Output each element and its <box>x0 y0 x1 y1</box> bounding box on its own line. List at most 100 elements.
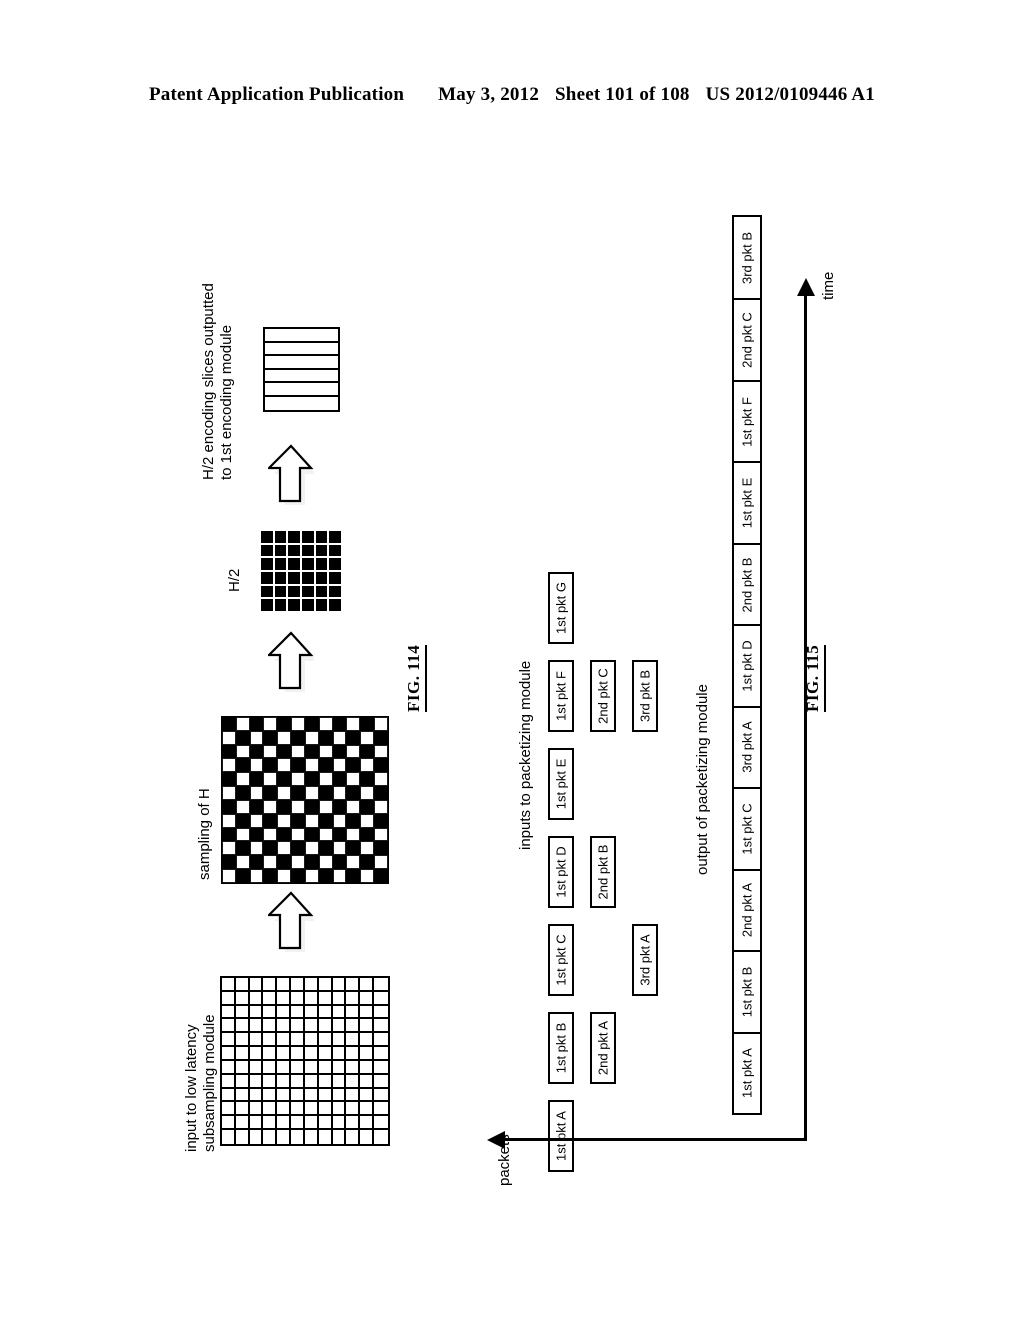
checker-cell <box>291 855 305 870</box>
checker-cell <box>332 855 347 870</box>
grid-cell <box>374 1074 388 1089</box>
checker-cell <box>235 855 250 870</box>
input-packet-box: 1st pkt C <box>548 924 574 996</box>
checker-cell <box>235 813 250 828</box>
grid-cell <box>318 1088 333 1103</box>
grid-cell <box>249 1116 264 1131</box>
output-packet-cell: 3rd pkt A <box>734 705 760 787</box>
encoding-slice <box>265 329 338 343</box>
up-block-arrow-1 <box>268 890 314 952</box>
checker-cell <box>332 869 347 883</box>
grid-cell <box>346 991 361 1006</box>
input-packet-box: 2nd pkt B <box>590 836 616 908</box>
checker-cell <box>291 717 305 731</box>
grid-cell <box>249 1019 264 1034</box>
checker-cell <box>263 717 278 731</box>
checker-cell <box>263 813 278 828</box>
h-half-block-grid <box>261 531 341 611</box>
encoding-slice <box>265 383 338 397</box>
output-packet-cell: 2nd pkt B <box>734 542 760 624</box>
grid-cell <box>332 1060 347 1075</box>
input-packet-label: 1st pkt C <box>553 934 569 986</box>
checker-cell <box>332 730 347 745</box>
h-half-label: H/2 <box>226 568 243 592</box>
grid-cell <box>374 1047 388 1061</box>
grid-cell <box>249 1074 264 1089</box>
grid-cell <box>263 1102 278 1117</box>
grid-cell <box>235 1102 250 1117</box>
grid-cell <box>360 1060 375 1075</box>
checker-cell <box>360 730 375 745</box>
grid-cell <box>291 1088 305 1103</box>
checker-cell <box>374 772 388 787</box>
checker-cell <box>304 841 319 856</box>
grid-cell <box>346 1060 361 1075</box>
half-block-cell <box>302 599 314 611</box>
grid-cell <box>332 1102 347 1117</box>
grid-cell <box>374 1019 388 1034</box>
grid-cell <box>249 1005 264 1020</box>
grid-cell <box>346 1074 361 1089</box>
grid-cell <box>374 1130 388 1144</box>
grid-cell <box>249 991 264 1006</box>
checker-cell <box>346 869 361 883</box>
grid-cell <box>263 978 278 992</box>
half-block-cell <box>274 544 287 557</box>
checker-cell <box>304 717 319 731</box>
checker-cell <box>235 758 250 773</box>
output-packet-label: 2nd pkt B <box>739 557 755 613</box>
half-block-cell <box>274 572 287 584</box>
grid-cell <box>222 991 236 1006</box>
checker-cell <box>374 799 388 814</box>
checker-cell <box>374 730 388 745</box>
checker-cell <box>332 786 347 800</box>
input-packet-label: 3rd pkt A <box>637 934 653 986</box>
half-block-cell <box>261 544 273 557</box>
grid-cell <box>346 1130 361 1144</box>
output-packet-cell: 1st pkt C <box>734 787 760 868</box>
encoding-slices-block <box>263 327 340 412</box>
grid-cell <box>277 1116 292 1131</box>
grid-cell <box>332 1074 347 1089</box>
grid-cell <box>346 1102 361 1117</box>
checker-cell <box>374 786 388 800</box>
grid-cell <box>318 1047 333 1061</box>
checker-cell <box>346 772 361 787</box>
checker-cell <box>291 827 305 842</box>
input-subsampling-label: input to low latency subsampling module <box>183 952 219 1152</box>
checker-cell <box>249 855 264 870</box>
half-block-cell <box>329 531 341 543</box>
encoding-slices-label-line1: H/2 encoding slices outputted <box>200 283 217 480</box>
checker-cell <box>235 744 250 759</box>
half-block-cell <box>288 544 300 557</box>
checker-cell <box>318 799 333 814</box>
grid-cell <box>277 1074 292 1089</box>
checker-cell <box>304 758 319 773</box>
checker-cell <box>318 855 333 870</box>
grid-cell <box>360 991 375 1006</box>
grid-cell <box>346 978 361 992</box>
grid-cell <box>332 1088 347 1103</box>
checker-cell <box>318 772 333 787</box>
checker-cell <box>222 813 236 828</box>
grid-cell <box>263 1088 278 1103</box>
input-packet-box: 1st pkt G <box>548 572 574 644</box>
grid-cell <box>360 1019 375 1034</box>
half-block-cell <box>288 585 300 598</box>
checker-cell <box>235 772 250 787</box>
checker-cell <box>249 813 264 828</box>
input-packet-label: 2nd pkt A <box>595 1020 611 1076</box>
checker-cell <box>374 717 388 731</box>
checker-cell <box>304 813 319 828</box>
grid-cell <box>277 1047 292 1061</box>
grid-cell <box>346 1088 361 1103</box>
time-axis-label: time <box>820 271 837 300</box>
output-packet-label: 1st pkt A <box>739 1048 755 1099</box>
grid-cell <box>263 1130 278 1144</box>
input-subsampling-label-line1: input to low latency <box>183 1024 200 1152</box>
checker-cell <box>374 841 388 856</box>
grid-cell <box>263 1005 278 1020</box>
up-block-arrow-3 <box>268 443 314 505</box>
output-packet-label: 3rd pkt A <box>739 721 755 774</box>
checker-cell <box>346 841 361 856</box>
